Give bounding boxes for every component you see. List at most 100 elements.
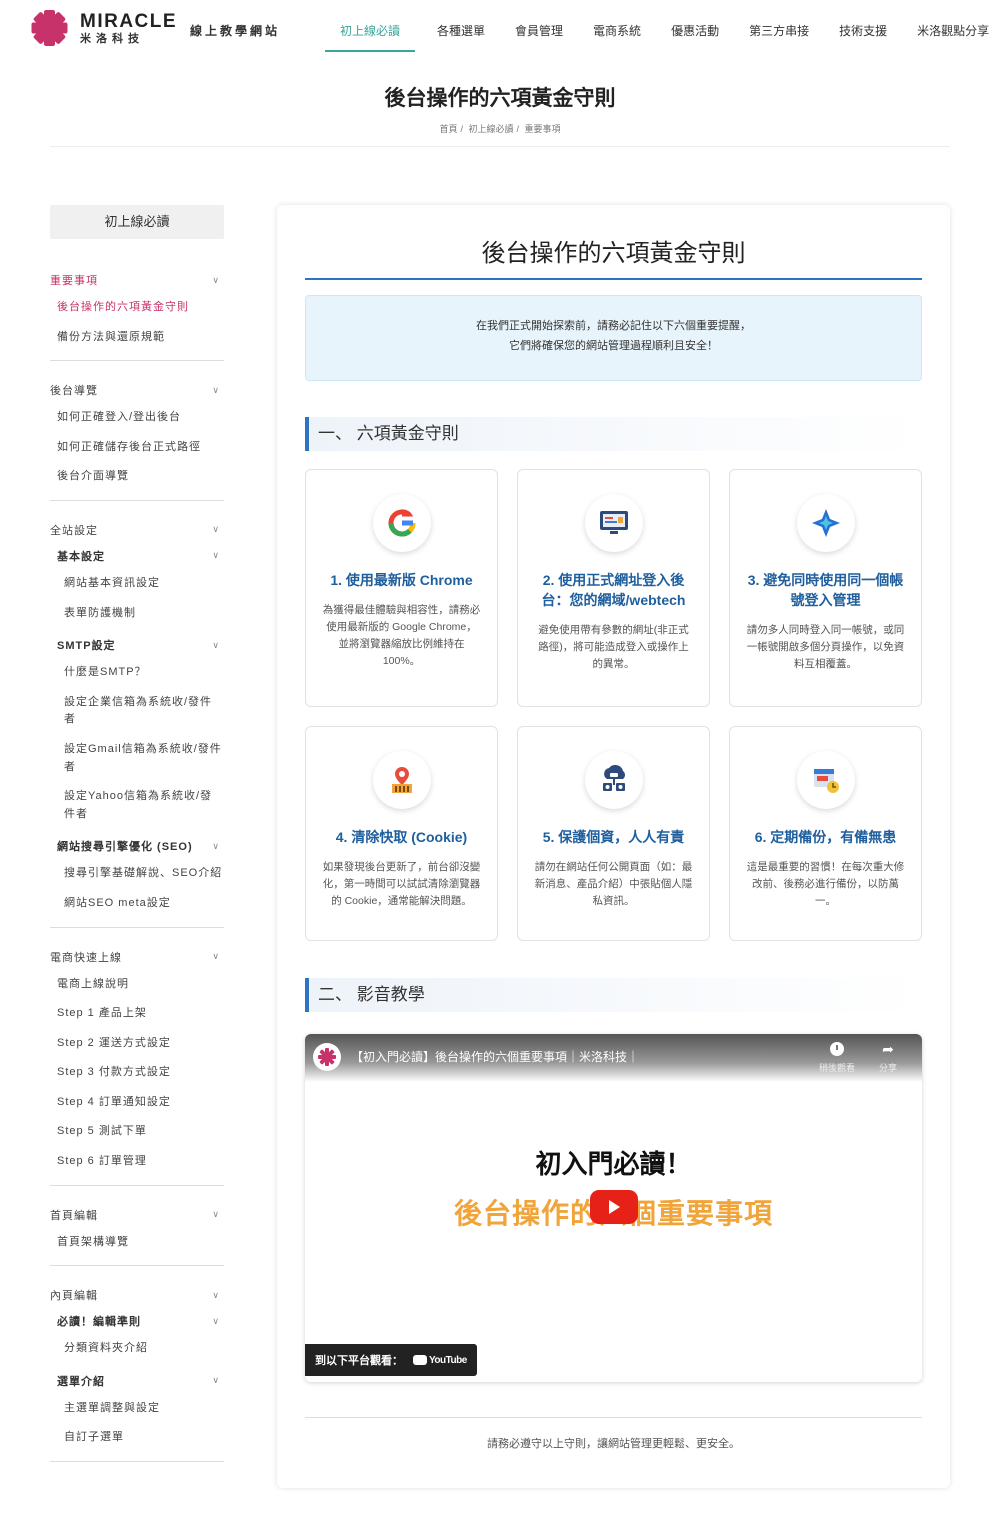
sidebar-item[interactable]: 表單防護機制 bbox=[50, 599, 224, 629]
watch-later-button[interactable]: 稍後觀看 bbox=[817, 1042, 857, 1074]
sidebar-item[interactable]: 後台介面導覽 bbox=[50, 462, 224, 492]
nav-item-support[interactable]: 技術支援 bbox=[839, 0, 887, 52]
sidebar-title: 初上線必讀 bbox=[50, 205, 224, 239]
breadcrumb: 首頁 / 初上線必讀 / 重要事項 bbox=[439, 124, 561, 134]
section-label: 內頁編輯 bbox=[50, 1290, 98, 1303]
nav-item-menus[interactable]: 各種選單 bbox=[437, 0, 485, 52]
share-label: 分享 bbox=[878, 1063, 897, 1073]
logo-zh-text: 米洛科技 bbox=[80, 32, 144, 45]
rule-desc: 為獲得最佳體驗與相容性，請務必使用最新版的 Google Chrome，並將瀏覽… bbox=[322, 604, 481, 667]
sidebar-section-inner-pages: 內頁編輯 ∨ 必讀！編輯準則 ∨ 分類資料夾介紹 選單介紹 ∨ 主選單調整與設定 自訂… bbox=[50, 1266, 224, 1463]
nav-item-third-party[interactable]: 第三方串接 bbox=[749, 0, 809, 52]
footer-note: 請務必遵守以上守則，讓網站管理更輕鬆、更安全。 bbox=[487, 1438, 740, 1450]
sidebar-subgroup-header[interactable]: 選單介紹 ∨ bbox=[50, 1368, 224, 1394]
notice-line: 在我們正式開始探索前，請務必記住以下六個重要提醒， bbox=[476, 320, 751, 332]
rule-desc: 這是最重要的習慣！在每次重大修改前、後務必進行備份，以防萬一。 bbox=[746, 861, 905, 907]
rule-title: 2. 使用正式網址登入後台：您的網域/webtech bbox=[541, 572, 686, 608]
sidebar-subgroup-header[interactable]: 基本設定 ∨ bbox=[50, 543, 224, 569]
sidebar-section-header[interactable]: 內頁編輯 ∨ bbox=[50, 1282, 224, 1308]
rule-card: 6. 定期備份，有備無患 這是最重要的習慣！在每次重大修改前、後務必進行備份，以… bbox=[729, 726, 922, 941]
sidebar-item[interactable]: 如何正確儲存後台正式路徑 bbox=[50, 433, 224, 463]
sidebar-item[interactable]: 首頁架構導覽 bbox=[50, 1228, 224, 1258]
sidebar-item[interactable]: 主選單調整與設定 bbox=[50, 1394, 224, 1424]
rule-title: 4. 清除快取 (Cookie) bbox=[335, 829, 468, 845]
video-embed[interactable]: 【初入門必讀】後台操作的六個重要事項｜米洛科技｜ 稍後觀看 ➦ 分享 初入門必讀… bbox=[305, 1034, 922, 1382]
sidebar-item[interactable]: 網站SEO meta設定 bbox=[50, 889, 224, 919]
sidebar-item[interactable]: 自訂子選單 bbox=[50, 1423, 224, 1453]
breadcrumb-home[interactable]: 首頁 bbox=[439, 124, 457, 134]
sidebar-section-site-settings: 全站設定 ∨ 基本設定 ∨ 網站基本資訊設定 表單防護機制 SMTP設定 ∨ 什麼是S… bbox=[50, 501, 224, 928]
breadcrumb-getting-started[interactable]: 初上線必讀 bbox=[468, 124, 513, 134]
chevron-down-icon: ∨ bbox=[212, 1209, 220, 1220]
sparkle-icon bbox=[796, 494, 855, 552]
chevron-down-icon: ∨ bbox=[212, 1315, 220, 1326]
sidebar: 初上線必讀 重要事項 ∨ 後台操作的六項黃金守則 備份方法與還原規範 後台導覽 ∨ … bbox=[50, 205, 224, 1463]
sidebar-item[interactable]: Step 4 訂單通知設定 bbox=[50, 1088, 224, 1118]
notice-line: 它們將確保您的網站管理過程順利且安全！ bbox=[509, 340, 718, 352]
content-card: 後台操作的六項黃金守則 在我們正式開始探索前，請務必記住以下六個重要提醒， 它們… bbox=[277, 205, 950, 1488]
play-button[interactable] bbox=[590, 1190, 638, 1224]
nav-item-getting-started[interactable]: 初上線必讀 bbox=[325, 0, 416, 52]
chevron-down-icon: ∨ bbox=[212, 1375, 220, 1386]
chevron-down-icon: ∨ bbox=[212, 951, 220, 961]
rule-desc: 請勿多人同時登入同一帳號，或同一帳號開啟多個分頁操作，以免資料互相覆蓋。 bbox=[746, 624, 905, 670]
section-label: 電商快速上線 bbox=[50, 951, 122, 964]
sidebar-item[interactable]: Step 1 產品上架 bbox=[50, 999, 224, 1029]
watch-later-label: 稍後觀看 bbox=[818, 1063, 855, 1073]
sidebar-section-header[interactable]: 全站設定 ∨ bbox=[50, 517, 224, 543]
sidebar-subgroup-header[interactable]: 必讀！編輯準則 ∨ bbox=[50, 1308, 224, 1334]
video-title[interactable]: 【初入門必讀】後台操作的六個重要事項｜米洛科技｜ bbox=[351, 1048, 639, 1065]
chevron-down-icon: ∨ bbox=[212, 274, 220, 285]
nav-item-ecommerce[interactable]: 電商系統 bbox=[593, 0, 641, 52]
sidebar-section-header[interactable]: 首頁編輯 ∨ bbox=[50, 1202, 224, 1228]
sidebar-item[interactable]: 搜尋引擎基礎解說、SEO介紹 bbox=[50, 859, 224, 889]
rule-title: 1. 使用最新版 Chrome bbox=[330, 572, 473, 588]
site-logo[interactable]: MIRACLE 米洛科技 bbox=[30, 8, 177, 48]
rules-grid: 1. 使用最新版 Chrome 為獲得最佳體驗與相容性，請務必使用最新版的 Go… bbox=[305, 469, 922, 941]
sidebar-subgroup-header[interactable]: SMTP設定 ∨ bbox=[50, 632, 224, 658]
channel-avatar[interactable] bbox=[313, 1043, 341, 1071]
video-thumbnail-headline: 初入門必讀！ bbox=[535, 1149, 692, 1179]
watch-on-youtube-button[interactable]: 到以下平台觀看： YouTube bbox=[305, 1344, 477, 1376]
sidebar-item[interactable]: 設定企業信箱為系統收/發件者 bbox=[50, 688, 224, 735]
sidebar-item[interactable]: 電商上線說明 bbox=[50, 970, 224, 1000]
sidebar-section-header[interactable]: 重要事項 ∨ bbox=[50, 267, 224, 293]
sidebar-item[interactable]: 網站基本資訊設定 bbox=[50, 569, 224, 599]
sidebar-item[interactable]: Step 2 運送方式設定 bbox=[50, 1029, 224, 1059]
section-heading-rules: 一、 六項黃金守則 bbox=[305, 417, 922, 451]
youtube-wordmark: YouTube bbox=[429, 1354, 467, 1366]
sidebar-subgroup-header[interactable]: 網站搜尋引擎優化 (SEO) ∨ bbox=[50, 833, 224, 859]
sidebar-item[interactable]: 設定Gmail信箱為系統收/發件者 bbox=[50, 735, 224, 782]
nav-item-insights[interactable]: 米洛觀點分享 bbox=[917, 0, 989, 52]
sidebar-item[interactable]: 什麼是SMTP？ bbox=[50, 658, 224, 688]
sidebar-item[interactable]: 分類資料夾介紹 bbox=[50, 1334, 224, 1364]
sidebar-item[interactable]: 備份方法與還原規範 bbox=[50, 323, 224, 353]
sidebar-item[interactable]: 設定Yahoo信箱為系統收/發件者 bbox=[50, 782, 224, 829]
chevron-down-icon: ∨ bbox=[212, 384, 220, 395]
breadcrumb-current: 重要事項 bbox=[524, 124, 561, 134]
sidebar-item[interactable]: 後台操作的六項黃金守則 bbox=[50, 293, 224, 323]
sidebar-item[interactable]: 如何正確登入/登出後台 bbox=[50, 403, 224, 433]
sidebar-section-header[interactable]: 後台導覽 ∨ bbox=[50, 377, 224, 403]
miracle-logo-icon bbox=[318, 1048, 336, 1066]
sidebar-item[interactable]: Step 6 訂單管理 bbox=[50, 1147, 224, 1177]
site-name: 線上教學網站 bbox=[190, 24, 281, 38]
privacy-cloud-icon bbox=[584, 751, 643, 809]
sidebar-section-backend-tour: 後台導覽 ∨ 如何正確登入/登出後台 如何正確儲存後台正式路徑 後台介面導覽 bbox=[50, 361, 224, 501]
browser-cache-icon bbox=[372, 751, 431, 809]
sidebar-item[interactable]: Step 5 測試下單 bbox=[50, 1117, 224, 1147]
sidebar-item[interactable]: Step 3 付款方式設定 bbox=[50, 1058, 224, 1088]
nav-item-members[interactable]: 會員管理 bbox=[515, 0, 563, 52]
chevron-down-icon: ∨ bbox=[212, 1289, 220, 1300]
miracle-logo-icon bbox=[30, 8, 70, 48]
subgroup-label: 基本設定 bbox=[57, 550, 105, 563]
play-icon bbox=[609, 1200, 620, 1214]
share-button[interactable]: ➦ 分享 bbox=[868, 1042, 908, 1074]
nav-item-promotions[interactable]: 優惠活動 bbox=[671, 0, 719, 52]
rule-title: 3. 避免同時使用同一個帳號登入管理 bbox=[747, 572, 904, 608]
section-heading-video: 二、 影音教學 bbox=[305, 978, 922, 1012]
chevron-down-icon: ∨ bbox=[212, 840, 220, 851]
section-label: 全站設定 bbox=[50, 524, 98, 537]
sidebar-section-header[interactable]: 電商快速上線 ∨ bbox=[50, 944, 224, 970]
rule-title: 6. 定期備份，有備無患 bbox=[754, 829, 897, 845]
